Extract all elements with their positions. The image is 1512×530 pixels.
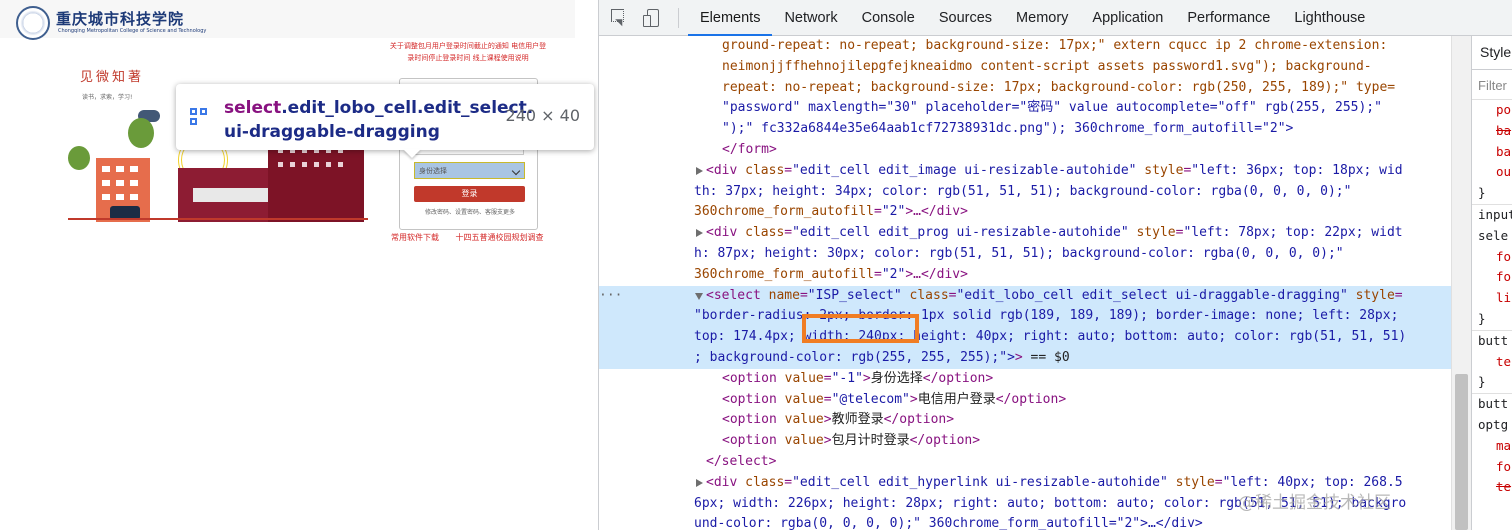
tab-performance[interactable]: Performance xyxy=(1175,0,1282,36)
style-selector: butt xyxy=(1478,396,1509,412)
dom-line[interactable]: h: 87px; height: 30px; color: rgb(51, 51… xyxy=(599,244,1451,265)
style-brace: } xyxy=(1478,310,1486,326)
tree-shape xyxy=(128,118,154,148)
identity-select-label: 身份选择 xyxy=(419,167,447,175)
notice-links[interactable]: 关于调整包月用户登录时间截止的通知 电信用户登录时间停止登录时间 线上课程使用说… xyxy=(388,40,548,64)
tab-elements[interactable]: Elements xyxy=(688,0,773,36)
dom-line[interactable]: th: 37px; height: 34px; color: rgb(51, 5… xyxy=(599,182,1451,203)
dollar-zero-marker: == $0 xyxy=(1022,349,1070,365)
devtools-tabs: Elements Network Console Sources Memory … xyxy=(688,0,1377,36)
dom-line[interactable]: 360chrome_form_autofill="2">…</div> xyxy=(599,265,1451,286)
dom-option[interactable]: <option value="@telecom">电信用户登录</option> xyxy=(599,390,1451,411)
chevron-down-icon xyxy=(511,166,521,176)
tooltip-size: 240 × 40 xyxy=(505,106,580,125)
tab-sources[interactable]: Sources xyxy=(927,0,1004,36)
expand-triangle-icon[interactable] xyxy=(696,229,703,238)
login-button[interactable]: 登录 xyxy=(414,186,525,202)
page-preview: 重庆城市科技学院 Chongqing Metropolitan College … xyxy=(0,0,598,530)
style-brace: } xyxy=(1478,374,1486,390)
tab-lighthouse[interactable]: Lighthouse xyxy=(1282,0,1377,36)
styles-filter-input[interactable]: Filter xyxy=(1472,70,1512,100)
grid-icon xyxy=(190,108,208,126)
building-band xyxy=(193,188,273,202)
style-prop: fo xyxy=(1496,458,1512,474)
tooltip-classes: .edit_lobo_cell.edit_select. xyxy=(281,98,534,118)
devtools-panel: Elements Network Console Sources Memory … xyxy=(598,0,1512,530)
tab-memory[interactable]: Memory xyxy=(1004,0,1080,36)
dom-option[interactable]: <option value="-1">身份选择</option> xyxy=(599,369,1451,390)
tooltip-arrow xyxy=(403,149,421,158)
software-download-link[interactable]: 常用软件下载 xyxy=(391,233,439,242)
style-prop: fo xyxy=(1496,248,1512,264)
school-name: 重庆城市科技学院 xyxy=(56,10,185,28)
login-help-links[interactable]: 修改密码、设置密码、客服支更多 xyxy=(408,207,532,216)
dom-line[interactable]: "border-radius: 2px; border: 1px solid r… xyxy=(599,306,1451,328)
dom-node-edit-prog[interactable]: <div class="edit_cell edit_prog ui-resiz… xyxy=(599,223,1451,244)
styles-pane: Style Filter po ba ba ou } input sele fo… xyxy=(1471,36,1512,530)
dom-line[interactable]: und-color: rgba(0, 0, 0, 0);" 360chrome_… xyxy=(599,514,1451,530)
style-selector: optg xyxy=(1478,416,1509,432)
inspect-element-icon[interactable] xyxy=(611,9,629,27)
dom-line[interactable]: </select> xyxy=(599,452,1451,473)
bottom-links: 常用软件下载 十四五普通校园规划调查 xyxy=(391,232,558,243)
tooltip-tag: select xyxy=(224,98,282,118)
collapse-triangle-icon[interactable] xyxy=(695,292,703,300)
motto: 见微知著 xyxy=(80,70,145,85)
dom-line[interactable]: "password" maxlength="30" placeholder="密… xyxy=(599,98,1451,119)
tree-shape xyxy=(68,146,90,170)
motto-sub: 读书，求索，学习! xyxy=(82,94,133,101)
style-prop: fo xyxy=(1496,269,1512,285)
dom-node-edit-image[interactable]: <div class="edit_cell edit_image ui-resi… xyxy=(599,161,1451,182)
isp-select-annotation-box xyxy=(802,314,919,343)
ground-line xyxy=(68,218,368,220)
tab-console[interactable]: Console xyxy=(850,0,927,36)
dom-line[interactable]: top: 174.4px; width: 240px; height: 40px… xyxy=(599,327,1451,348)
tab-application[interactable]: Application xyxy=(1080,0,1175,36)
school-name-en: Chongqing Metropolitan College of Scienc… xyxy=(58,28,207,34)
dom-line[interactable]: neimonjjffhehnojilepgfejkneaidmo content… xyxy=(599,57,1451,78)
dom-line[interactable]: </form> xyxy=(599,140,1451,161)
devtools-tabbar: Elements Network Console Sources Memory … xyxy=(599,0,1512,36)
style-brace: } xyxy=(1478,185,1486,201)
inspect-tooltip: select.edit_lobo_cell.edit_select. ui-dra… xyxy=(176,84,594,150)
tooltip-selector: select.edit_lobo_cell.edit_select. ui-dra… xyxy=(224,96,533,144)
more-options-icon[interactable]: ··· xyxy=(599,286,622,307)
style-selector: input xyxy=(1478,206,1512,222)
style-prop: ou xyxy=(1496,164,1512,180)
device-toolbar-icon[interactable] xyxy=(643,9,661,27)
dom-node-isp-select-selected[interactable]: ··· <select name="ISP_select" class="edi… xyxy=(599,285,1451,307)
tooltip-classes-line2: ui-draggable-dragging xyxy=(224,122,440,142)
toolbar-divider xyxy=(678,8,679,28)
style-prop: po xyxy=(1496,102,1512,117)
identity-select[interactable]: 身份选择 xyxy=(414,162,525,179)
style-prop: ma xyxy=(1496,437,1512,453)
dom-option[interactable]: <option value>教师登录</option> xyxy=(599,410,1451,431)
style-prop: te xyxy=(1496,479,1512,495)
style-selector: butt xyxy=(1478,332,1509,348)
styles-tab[interactable]: Style xyxy=(1472,36,1512,70)
dom-line[interactable]: ; background-color: rgb(255, 255, 255);"… xyxy=(599,347,1451,369)
dom-line[interactable]: ground-repeat: no-repeat; background-siz… xyxy=(599,36,1451,57)
style-prop: ba xyxy=(1496,122,1512,138)
tab-network[interactable]: Network xyxy=(772,0,849,36)
dom-option[interactable]: <option value>包月计时登录</option> xyxy=(599,431,1451,452)
dom-scrollbar[interactable] xyxy=(1451,36,1471,530)
style-prop: ba xyxy=(1496,143,1512,159)
scrollbar-thumb[interactable] xyxy=(1455,374,1468,530)
dom-line[interactable]: ");" fc332a6844e35e64aab1cf72738931dc.pn… xyxy=(599,119,1451,140)
style-prop: li xyxy=(1496,290,1512,306)
dom-line[interactable]: repeat: no-repeat; background-size: 17px… xyxy=(599,78,1451,99)
school-seal-logo xyxy=(16,6,50,40)
juejin-watermark: @稀土掘金技术社区 xyxy=(1238,493,1391,513)
dom-tree: ground-repeat: no-repeat; background-siz… xyxy=(599,36,1451,530)
style-selector: sele xyxy=(1478,227,1509,243)
dom-line[interactable]: 360chrome_form_autofill="2">…</div> xyxy=(599,202,1451,223)
expand-triangle-icon[interactable] xyxy=(696,478,703,487)
expand-triangle-icon[interactable] xyxy=(696,166,703,175)
style-prop: te xyxy=(1496,353,1512,369)
campus-survey-link[interactable]: 十四五普通校园规划调查 xyxy=(456,233,544,242)
